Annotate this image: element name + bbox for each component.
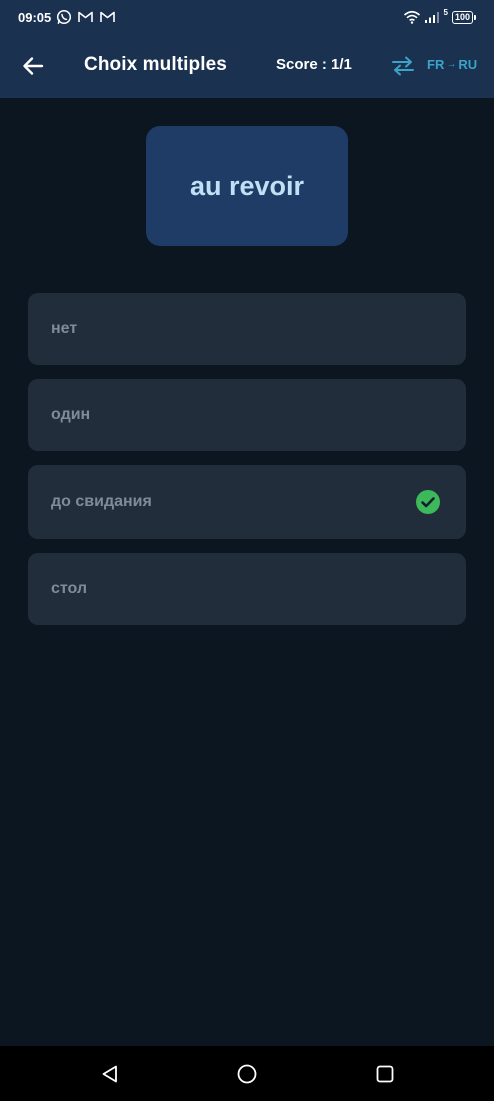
system-nav-bar	[0, 1046, 494, 1101]
triangle-back-icon	[102, 1065, 117, 1083]
whatsapp-icon	[56, 9, 72, 25]
signal-icon	[424, 11, 440, 23]
status-left: 09:05	[18, 9, 116, 25]
nav-recents-button[interactable]	[373, 1062, 397, 1086]
answer-option-label: нет	[51, 320, 78, 337]
lang-to: RU	[458, 57, 478, 72]
back-button[interactable]	[18, 52, 48, 80]
answer-option-correct[interactable]: до свидания	[28, 465, 466, 539]
network-type: 5	[443, 7, 448, 17]
answer-options: нет один до свидания стол	[28, 293, 466, 625]
lang-from: FR	[427, 57, 445, 72]
swap-icon	[392, 56, 414, 76]
battery-icon: 100	[451, 10, 476, 24]
swap-languages-button[interactable]	[389, 53, 417, 79]
nav-home-button[interactable]	[235, 1062, 259, 1086]
square-recents-icon	[376, 1065, 394, 1083]
answer-option-label: один	[51, 406, 91, 423]
circle-home-icon	[237, 1064, 257, 1084]
answer-option-label: до свидания	[51, 493, 152, 510]
answer-option[interactable]: нет	[28, 293, 466, 365]
page-title: Choix multiples	[84, 54, 227, 75]
status-time: 09:05	[18, 9, 52, 25]
arrow-right-icon: →	[446, 59, 457, 70]
language-pair: FR → RU	[427, 57, 477, 72]
nav-back-button[interactable]	[98, 1062, 122, 1086]
wifi-icon	[403, 10, 421, 24]
check-circle-icon	[416, 490, 440, 514]
arrow-left-icon	[23, 57, 44, 75]
answer-option[interactable]: один	[28, 379, 466, 451]
app-bar: Choix multiples Score : 1/1 FR → RU	[0, 34, 494, 98]
battery-level: 100	[451, 10, 473, 24]
gmail-icon	[99, 10, 116, 24]
gmail-icon	[77, 10, 94, 24]
score-label: Score : 1/1	[276, 56, 352, 73]
answer-option-label: стол	[51, 580, 88, 597]
status-bar: 09:05 5 100	[0, 0, 494, 34]
question-word: au revoir	[189, 170, 305, 201]
question-card: au revoir	[146, 126, 348, 246]
status-right: 5 100	[403, 7, 476, 24]
answer-option[interactable]: стол	[28, 553, 466, 625]
